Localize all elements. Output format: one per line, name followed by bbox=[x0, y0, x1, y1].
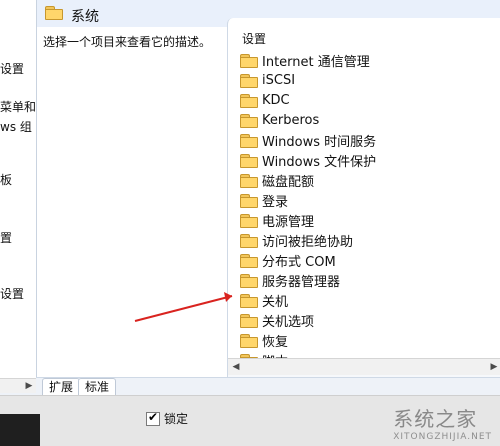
list-item[interactable]: KDC bbox=[240, 90, 490, 110]
folder-icon bbox=[240, 214, 258, 228]
left-tree-item[interactable]: 置 bbox=[0, 229, 12, 246]
list-item-label: 电源管理 bbox=[262, 214, 315, 230]
folder-icon bbox=[240, 94, 258, 108]
left-tree-item[interactable]: 设置 bbox=[0, 285, 24, 302]
list-item-label: Windows 文件保护 bbox=[262, 154, 377, 170]
page-title: 系统 bbox=[71, 9, 99, 25]
list-item-label: Kerberos bbox=[262, 112, 320, 128]
list-item[interactable]: 恢复 bbox=[240, 330, 490, 350]
folder-icon bbox=[240, 154, 258, 168]
list-item-label: Windows 时间服务 bbox=[262, 134, 377, 150]
column-header-settings[interactable]: 设置 bbox=[242, 30, 266, 47]
list-item[interactable]: 登录 bbox=[240, 190, 490, 210]
description-panel: 选择一个项目来查看它的描述。 bbox=[37, 27, 228, 377]
watermark-domain: XITONGZHIJIA.NET bbox=[393, 432, 492, 442]
folder-icon bbox=[240, 114, 258, 128]
list-item[interactable]: 磁盘配额 bbox=[240, 170, 490, 190]
left-tree-item[interactable]: 菜单和 bbox=[0, 98, 36, 115]
left-tree-item[interactable]: ws 组 bbox=[0, 118, 32, 135]
view-tabs: 扩展 标准 bbox=[36, 377, 500, 396]
list-item-label: 分布式 COM bbox=[262, 254, 336, 270]
folder-icon bbox=[240, 274, 258, 288]
list-item-label: iSCSI bbox=[262, 72, 296, 88]
bottom-strip: 锁定 系统之家 XITONGZHIJIA.NET bbox=[0, 395, 500, 446]
list-item-label: KDC bbox=[262, 92, 290, 108]
site-watermark: 系统之家 XITONGZHIJIA.NET bbox=[393, 403, 492, 442]
list-item[interactable]: iSCSI bbox=[240, 70, 490, 90]
list-item[interactable]: Windows 文件保护 bbox=[240, 150, 490, 170]
list-item[interactable]: 服务器管理器 bbox=[240, 270, 490, 290]
settings-list: Internet 通信管理 iSCSI KDC Kerberos Windows… bbox=[240, 50, 490, 370]
list-item[interactable]: 分布式 COM bbox=[240, 250, 490, 270]
right-frame: 系统 选择一个项目来查看它的描述。 设置 Internet 通信管理 iSCSI… bbox=[36, 0, 500, 392]
list-item[interactable]: 访问被拒绝协助 bbox=[240, 230, 490, 250]
folder-icon bbox=[45, 6, 63, 20]
list-item-label: 关机选项 bbox=[262, 314, 315, 330]
lock-checkbox-label: 锁定 bbox=[164, 412, 189, 426]
settings-list-panel: 设置 Internet 通信管理 iSCSI KDC Kerberos Wind… bbox=[227, 18, 500, 375]
list-item-label: 磁盘配额 bbox=[262, 174, 315, 190]
list-item-label: 服务器管理器 bbox=[262, 274, 341, 290]
folder-icon bbox=[240, 194, 258, 208]
list-item-label: 访问被拒绝协助 bbox=[262, 234, 354, 250]
chevron-right-icon[interactable]: ▶ bbox=[24, 381, 34, 391]
list-item[interactable]: 电源管理 bbox=[240, 210, 490, 230]
description-text: 选择一个项目来查看它的描述。 bbox=[43, 35, 212, 49]
folder-icon bbox=[240, 254, 258, 268]
chevron-right-icon[interactable]: ▶ bbox=[489, 362, 499, 372]
chevron-left-icon[interactable]: ◀ bbox=[231, 362, 241, 372]
folder-icon bbox=[240, 234, 258, 248]
list-item-label: Internet 通信管理 bbox=[262, 54, 370, 70]
dark-block bbox=[0, 414, 40, 446]
tab-standard[interactable]: 标准 bbox=[78, 378, 117, 396]
left-tree-item[interactable]: 设置 bbox=[0, 60, 24, 77]
list-item[interactable]: Internet 通信管理 bbox=[240, 50, 490, 70]
list-item[interactable]: Kerberos bbox=[240, 110, 490, 130]
lock-checkbox[interactable] bbox=[146, 410, 160, 426]
folder-icon bbox=[240, 334, 258, 348]
left-horizontal-scrollbar[interactable]: ▶ bbox=[0, 378, 36, 393]
list-horizontal-scrollbar[interactable]: ◀ ▶ bbox=[228, 358, 500, 375]
list-item[interactable]: 关机选项 bbox=[240, 310, 490, 330]
list-item-label: 登录 bbox=[262, 194, 289, 210]
left-tree-item[interactable]: 板 bbox=[0, 171, 12, 188]
list-item[interactable]: 关机 bbox=[240, 290, 490, 310]
list-item-label: 关机 bbox=[262, 294, 289, 310]
folder-icon bbox=[240, 314, 258, 328]
list-item[interactable]: Windows 时间服务 bbox=[240, 130, 490, 150]
folder-icon bbox=[240, 174, 258, 188]
folder-icon bbox=[240, 54, 258, 68]
folder-icon bbox=[240, 294, 258, 308]
left-tree-pane: 设置 菜单和 ws 组 板 置 设置 bbox=[0, 0, 37, 378]
list-item-label: 恢复 bbox=[262, 334, 289, 350]
folder-icon bbox=[240, 74, 258, 88]
watermark-brand: 系统之家 bbox=[393, 407, 478, 431]
tab-extended[interactable]: 扩展 bbox=[42, 378, 81, 396]
folder-icon bbox=[240, 134, 258, 148]
